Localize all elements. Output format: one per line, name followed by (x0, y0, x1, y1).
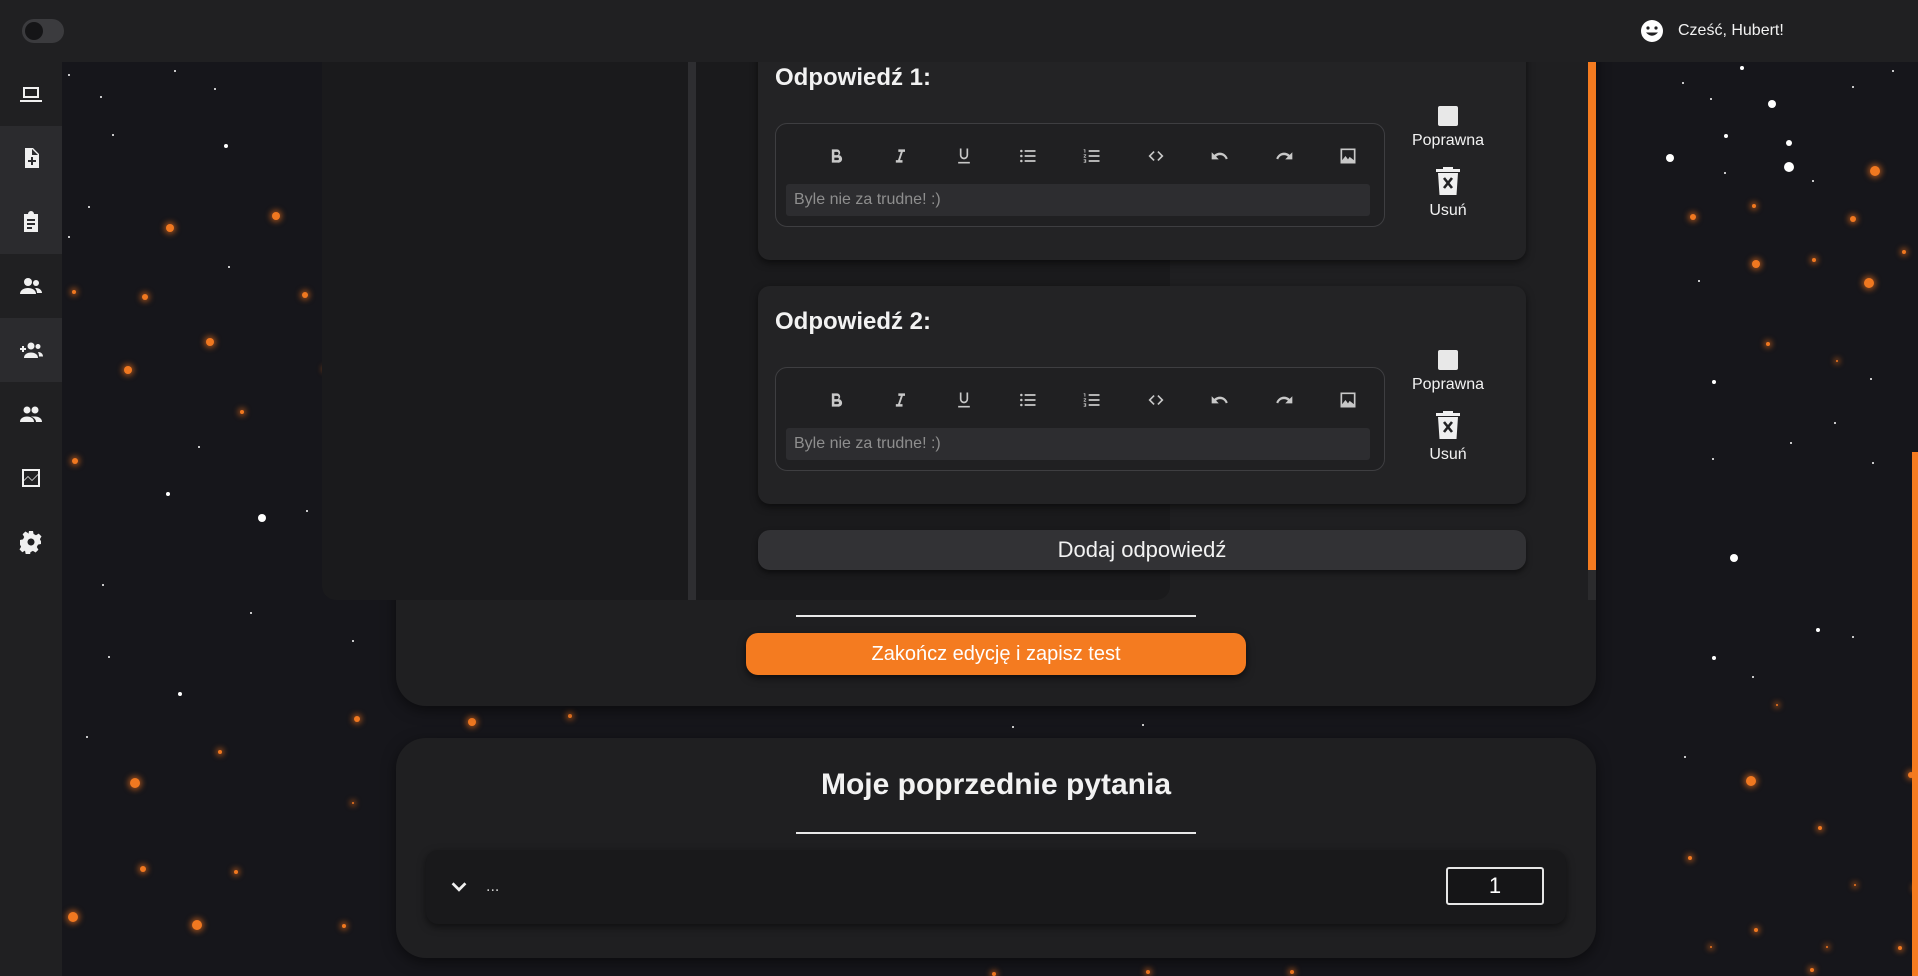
bold-button[interactable] (804, 144, 868, 168)
previous-questions-title: Moje poprzednie pytania (820, 768, 1172, 801)
answer-text-input[interactable] (786, 428, 1370, 460)
italic-button[interactable] (868, 388, 932, 412)
code-icon (1148, 395, 1164, 405)
rich-text-editor (775, 367, 1385, 471)
code-button[interactable] (1124, 144, 1188, 168)
delete-icon[interactable] (1435, 166, 1461, 196)
rich-text-editor (775, 123, 1385, 227)
undo-icon (1211, 396, 1228, 404)
editor-scrollbar[interactable] (1588, 62, 1596, 600)
delete-control: Usuń (1398, 410, 1498, 464)
sidebar-item-users[interactable] (0, 254, 62, 318)
answer-title: Odpowiedź 1: (775, 64, 931, 91)
underline-icon (958, 148, 970, 164)
bold-button[interactable] (804, 388, 868, 412)
bullet-list-icon (1020, 149, 1036, 163)
undo-icon (1211, 152, 1228, 160)
group-icon (20, 406, 42, 422)
correct-checkbox[interactable] (1438, 350, 1458, 370)
editor-toolbar (804, 144, 1380, 168)
sidebar (0, 62, 62, 976)
editor-divider (688, 62, 696, 600)
greeting-text: Cześć, Hubert! (1678, 22, 1784, 39)
bullet-list-button[interactable] (996, 144, 1060, 168)
answer-text-input[interactable] (786, 184, 1370, 216)
sidebar-item-tests[interactable] (0, 190, 62, 254)
editor-toolbar (804, 388, 1380, 412)
correct-label: Poprawna (1411, 132, 1485, 149)
previous-questions-panel: Moje poprzednie pytania ... (396, 738, 1596, 958)
delete-icon[interactable] (1435, 410, 1461, 440)
page-scrollbar-thumb[interactable] (1912, 452, 1918, 976)
section-divider (796, 615, 1196, 617)
italic-button[interactable] (868, 144, 932, 168)
add-document-icon (25, 148, 39, 168)
redo-button[interactable] (1252, 388, 1316, 412)
numbered-list-icon (1083, 149, 1100, 163)
undo-button[interactable] (1188, 388, 1252, 412)
image-icon (1340, 148, 1356, 164)
underline-icon (958, 392, 970, 408)
numbered-list-button[interactable] (1060, 388, 1124, 412)
image-icon (1340, 392, 1356, 408)
laptop-icon (20, 87, 42, 102)
editor-scrollbar-thumb[interactable] (1588, 62, 1596, 570)
bullet-list-icon (1020, 393, 1036, 407)
delete-control: Usuń (1398, 166, 1498, 220)
gear-icon (19, 531, 42, 554)
sidebar-item-stats[interactable] (0, 446, 62, 510)
numbered-list-icon (1083, 393, 1100, 407)
previous-question-row[interactable]: ... (426, 850, 1566, 924)
sidebar-item-new-test[interactable] (0, 126, 62, 190)
redo-icon (1276, 396, 1293, 404)
underline-button[interactable] (932, 144, 996, 168)
underline-button[interactable] (932, 388, 996, 412)
question-preview: ... (486, 878, 500, 895)
bold-icon (831, 149, 843, 163)
image-button[interactable] (1316, 144, 1380, 168)
chevron-down-icon[interactable] (448, 876, 470, 898)
users-icon (20, 278, 42, 294)
numbered-list-button[interactable] (1060, 144, 1124, 168)
user-greeting: Cześć, Hubert! (1640, 19, 1784, 43)
theme-toggle[interactable] (22, 19, 64, 43)
answer-title: Odpowiedź 2: (775, 308, 931, 335)
sidebar-item-groups[interactable] (0, 382, 62, 446)
answer-card: Odpowiedź 1: Poprawna Usuń (758, 40, 1526, 260)
add-group-icon (20, 342, 43, 358)
bold-icon (831, 393, 843, 407)
top-bar: Cześć, Hubert! (0, 0, 1918, 62)
save-test-button[interactable]: Zakończ edycję i zapisz test (746, 633, 1246, 675)
sidebar-item-add-group[interactable] (0, 318, 62, 382)
correct-toggle: Poprawna (1398, 106, 1498, 150)
correct-checkbox[interactable] (1438, 106, 1458, 126)
smiley-face-icon[interactable] (1640, 19, 1664, 43)
code-button[interactable] (1124, 388, 1188, 412)
section-divider (796, 832, 1196, 834)
italic-icon (895, 149, 905, 163)
delete-label: Usuń (1429, 202, 1467, 219)
redo-icon (1276, 152, 1293, 160)
clipboard-icon (24, 211, 38, 232)
page-number-input[interactable] (1446, 867, 1544, 905)
toggle-knob (25, 22, 43, 40)
undo-button[interactable] (1188, 144, 1252, 168)
redo-button[interactable] (1252, 144, 1316, 168)
answer-card: Odpowiedź 2: Poprawna Usuń (758, 286, 1526, 504)
add-answer-button[interactable]: Dodaj odpowiedź (758, 530, 1526, 570)
sidebar-item-dashboard[interactable] (0, 62, 62, 126)
delete-label: Usuń (1429, 446, 1467, 463)
sidebar-item-settings[interactable] (0, 510, 62, 574)
image-button[interactable] (1316, 388, 1380, 412)
chart-icon (22, 469, 40, 487)
correct-toggle: Poprawna (1398, 350, 1498, 394)
correct-label: Poprawna (1411, 376, 1485, 393)
italic-icon (895, 393, 905, 407)
bullet-list-button[interactable] (996, 388, 1060, 412)
code-icon (1148, 151, 1164, 161)
